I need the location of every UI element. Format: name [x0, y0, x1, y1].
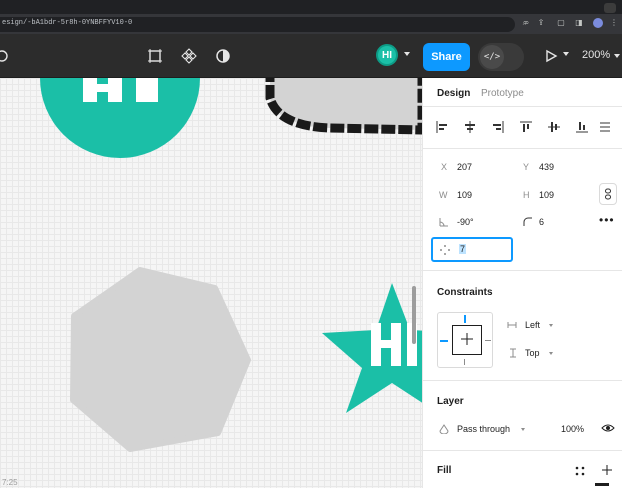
present-play-icon[interactable] [541, 46, 561, 66]
constraint-inner-box [452, 325, 482, 355]
canvas-shapes [40, 78, 422, 452]
share-button[interactable]: Share [423, 43, 470, 71]
vertical-constraint-icon [510, 348, 516, 358]
add-fill-icon[interactable] [601, 464, 613, 476]
layer-divider [423, 450, 622, 451]
x-label: X [441, 162, 448, 172]
constraint-widget[interactable] [437, 312, 493, 368]
constraint-top-handle[interactable] [464, 315, 466, 323]
point-count-field[interactable]: 7 [431, 237, 513, 262]
layer-title: Layer [437, 396, 464, 407]
distribute-icon[interactable] [599, 120, 613, 134]
align-vertical-center-icon[interactable] [547, 120, 561, 134]
present-options-chevron-icon[interactable] [563, 52, 569, 56]
fill-title: Fill [437, 465, 452, 476]
height-input[interactable]: 109 [539, 190, 554, 200]
selected-polygon-shape[interactable] [265, 78, 422, 135]
profile-avatar[interactable] [593, 18, 603, 28]
align-bottom-icon[interactable] [575, 120, 589, 134]
extensions-icon[interactable]: ▢ [556, 18, 566, 28]
circle-logo-shape[interactable] [40, 78, 200, 158]
rotation-icon [439, 218, 448, 227]
contrast-tool-icon[interactable] [213, 46, 233, 66]
align-horizontal-center-icon[interactable] [463, 120, 477, 134]
url-text: esign/-bA1bdr-5r8h-0YNBFFYV10-0 [2, 19, 133, 27]
blend-mode-icon [439, 424, 449, 434]
frame-tool-icon[interactable] [145, 46, 165, 66]
browser-tab-strip [0, 0, 622, 14]
tab-prototype[interactable]: Prototype [481, 88, 524, 99]
style-grid-icon[interactable] [575, 466, 585, 476]
link-icon [605, 188, 611, 200]
chevron-down-icon[interactable] [404, 52, 410, 56]
user-avatar[interactable]: HI [376, 44, 398, 66]
align-right-icon[interactable] [491, 120, 505, 134]
browser-tab-search-icon[interactable] [604, 3, 616, 13]
horizontal-chevron-down-icon[interactable] [549, 324, 553, 327]
eye-icon[interactable] [601, 423, 615, 433]
zoom-level[interactable]: 200% [582, 49, 610, 61]
zoom-chevron-icon[interactable] [614, 54, 620, 58]
x-input[interactable]: 207 [457, 162, 472, 172]
constraint-bottom-handle[interactable] [464, 359, 465, 365]
heptagon-shape[interactable] [70, 267, 251, 452]
transform-divider [423, 270, 622, 271]
url-field[interactable]: esign/-bA1bdr-5r8h-0YNBFFYV10-0 ⌕ [0, 17, 529, 32]
w-label: W [439, 190, 448, 200]
y-label: Y [523, 162, 530, 172]
corner-radius-input[interactable]: 6 [539, 217, 544, 227]
blend-mode-select[interactable]: Pass through [457, 424, 510, 434]
corner-radius-icon [523, 217, 532, 226]
dev-mode-toggle[interactable]: </> [478, 43, 524, 71]
fill-swatch[interactable] [595, 483, 609, 486]
constraint-left-handle[interactable] [440, 340, 448, 342]
editor-toolbar: HI Share </> 200% [0, 34, 622, 78]
design-canvas[interactable]: 7:25 [0, 78, 422, 488]
constrain-proportions-button[interactable] [599, 183, 617, 205]
blend-chevron-down-icon[interactable] [521, 428, 525, 431]
tabs-divider [423, 106, 622, 107]
align-divider [423, 148, 622, 149]
properties-panel: Design Prototype X 207 Y 439 W 109 H 109… [422, 78, 622, 488]
main-menu-icon[interactable] [0, 46, 12, 66]
app-window: esign/-bA1bdr-5r8h-0YNBFFYV10-0 ⌕ ⌕ ⇪ ▢ … [0, 0, 622, 488]
browser-address-bar: esign/-bA1bdr-5r8h-0YNBFFYV10-0 ⌕ ⌕ ⇪ ▢ … [0, 14, 622, 34]
component-tool-icon[interactable] [179, 46, 199, 66]
width-input[interactable]: 109 [457, 190, 472, 200]
horizontal-constraint-icon [507, 322, 517, 328]
code-icon: </> [480, 45, 504, 69]
constraint-right-handle[interactable] [485, 340, 491, 341]
canvas-vertical-scrollbar[interactable] [412, 286, 416, 344]
tab-design[interactable]: Design [437, 88, 470, 99]
constraints-title: Constraints [437, 287, 493, 298]
align-left-icon[interactable] [435, 120, 449, 134]
point-count-value[interactable]: 7 [459, 244, 467, 254]
y-input[interactable]: 439 [539, 162, 554, 172]
horizontal-constraint-select[interactable]: Left [525, 320, 540, 330]
rotation-input[interactable]: -90° [457, 217, 474, 227]
plus-icon [460, 332, 474, 346]
opacity-input[interactable]: 100% [561, 424, 584, 434]
vertical-constraint-select[interactable]: Top [525, 348, 540, 358]
align-top-icon[interactable] [519, 120, 533, 134]
star-logo-shape[interactable] [322, 283, 422, 413]
h-label: H [523, 190, 530, 200]
search-page-icon[interactable]: ⌕ [520, 18, 530, 28]
constraints-divider [423, 380, 622, 381]
timestamp: 7:25 [2, 478, 18, 487]
share-page-icon[interactable]: ⇪ [536, 18, 546, 28]
sidebar-icon[interactable]: ◨ [574, 18, 584, 28]
vertical-chevron-down-icon[interactable] [549, 352, 553, 355]
more-options-icon[interactable]: ••• [599, 213, 615, 227]
points-icon [440, 245, 450, 255]
browser-menu-icon[interactable]: ⋮ [609, 18, 619, 28]
